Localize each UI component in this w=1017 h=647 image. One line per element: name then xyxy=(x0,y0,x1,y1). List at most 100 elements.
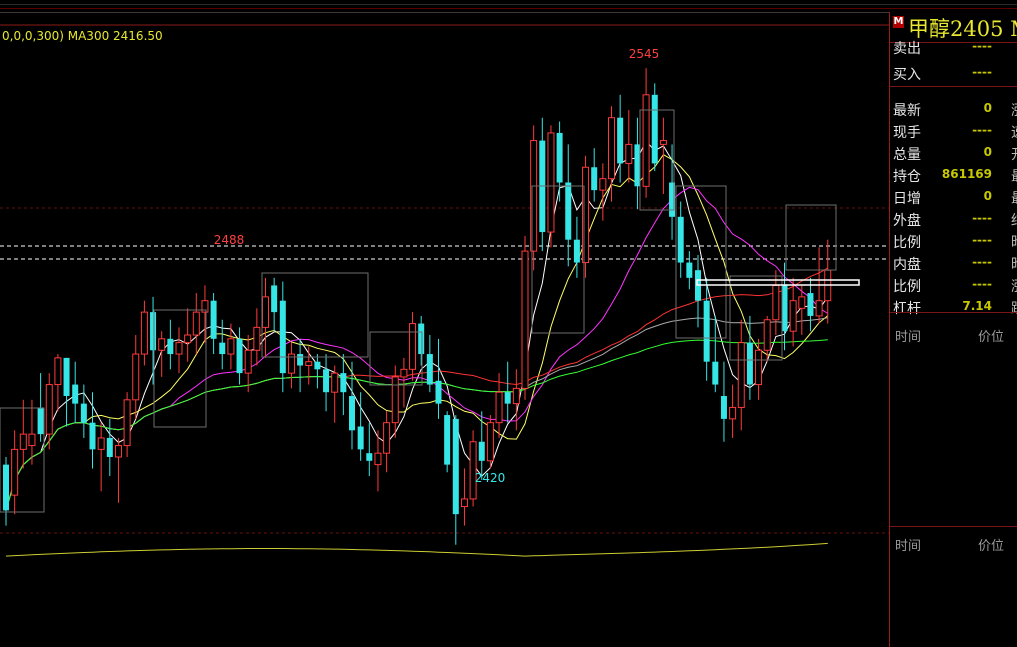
candle-body xyxy=(703,300,710,362)
candle-body xyxy=(729,406,737,420)
market-badge: M xyxy=(893,16,904,28)
candle-body xyxy=(366,453,373,461)
candle-body xyxy=(755,349,763,386)
table-separator-2 xyxy=(890,526,1017,527)
candle-body xyxy=(573,239,580,263)
candle-body xyxy=(323,369,330,393)
candle-body xyxy=(651,94,658,164)
quote-row: 日增 0 最 xyxy=(890,186,1017,208)
candle-body xyxy=(625,143,633,164)
ma-line-ma300 xyxy=(5,542,828,557)
quote-row: 比例 ---- 昨 xyxy=(890,230,1017,252)
quote-label: 杠杆 xyxy=(893,301,921,317)
candle-body xyxy=(460,498,468,508)
quote-side-label: 结 xyxy=(1011,210,1017,230)
candle-body xyxy=(262,296,269,328)
quote-label: 内盘 xyxy=(893,257,921,273)
candle-body xyxy=(227,338,235,355)
candle-body xyxy=(219,342,226,355)
candle-body xyxy=(19,433,27,450)
candle-body xyxy=(521,250,529,389)
quote-side-label: 涨 xyxy=(1011,100,1017,120)
candle-body xyxy=(512,387,520,405)
quote-value: 861169 xyxy=(941,167,992,181)
candle-body xyxy=(11,448,19,496)
candle-body xyxy=(132,353,140,401)
candle-body xyxy=(349,396,355,431)
quote-row: 现手 ---- 速 xyxy=(890,120,1017,142)
candle-body xyxy=(72,384,79,404)
candle-body xyxy=(80,403,87,423)
quote-row: 比例 ---- 涨 xyxy=(890,274,1017,296)
candle-body xyxy=(737,342,745,408)
candle-body xyxy=(383,422,391,454)
quote-row: 最新 0 涨 xyxy=(890,98,1017,120)
candle-body xyxy=(746,342,753,385)
candle-body xyxy=(305,361,313,366)
candle-body xyxy=(114,445,122,458)
quote-label: 卖出 xyxy=(893,41,921,57)
quote-value: ---- xyxy=(972,233,992,247)
candle-body xyxy=(712,361,719,385)
candle-body xyxy=(192,311,200,336)
time-header: 时间 xyxy=(895,330,922,345)
candle-body xyxy=(184,334,192,344)
candle-body xyxy=(686,262,693,278)
quote-row: 总量 0 开 xyxy=(890,142,1017,164)
quote-side-label: 昨 xyxy=(1011,232,1017,252)
price-header: 价位 xyxy=(978,330,1005,345)
quote-row: 买入 ---- xyxy=(890,62,1017,84)
candle-body xyxy=(167,338,174,355)
candle-body xyxy=(409,323,417,370)
quote-value: ---- xyxy=(972,39,992,53)
pattern-box xyxy=(785,204,837,271)
candle-body xyxy=(426,354,433,385)
tick-table-header-2: 时间 价位 xyxy=(890,533,1017,554)
quote-label: 持仓 xyxy=(893,169,921,185)
quote-label: 最新 xyxy=(893,103,921,119)
quote-side-label: 昨 xyxy=(1011,254,1017,274)
candle-body xyxy=(720,396,727,419)
candle-body xyxy=(140,311,148,355)
candle-body xyxy=(659,140,667,145)
candle-body xyxy=(547,132,555,233)
quote-value: 7.14 xyxy=(962,299,992,313)
support-zone-box xyxy=(696,279,860,286)
candle-body xyxy=(340,373,347,393)
candle-body xyxy=(617,117,624,164)
candle-body xyxy=(677,216,684,263)
candle-body xyxy=(175,342,183,355)
candle-body xyxy=(374,452,382,466)
candle-body xyxy=(123,399,131,447)
candle-body xyxy=(271,285,278,313)
quote-label: 比例 xyxy=(893,279,921,295)
quote-value: ---- xyxy=(972,211,992,225)
ma-legend-text: 0,0,0,300) MA300 2416.50 xyxy=(2,29,163,43)
tick-table-header: 时间 价位 xyxy=(890,324,1017,345)
quote-label: 日增 xyxy=(893,191,921,207)
quote-side-label: 涨 xyxy=(1011,276,1017,296)
candle-body xyxy=(391,376,399,424)
candle-body xyxy=(608,117,615,180)
candle-body xyxy=(244,349,252,374)
candle-body xyxy=(763,319,771,351)
quote-value: ---- xyxy=(972,277,992,291)
quote-value: 0 xyxy=(983,101,992,115)
candle-body xyxy=(28,433,36,447)
candle-body xyxy=(400,368,408,378)
quote-row: 杠杆 7.14 跌 xyxy=(890,296,1017,318)
candle-body xyxy=(435,380,442,404)
candle-body xyxy=(486,422,494,462)
candle-body xyxy=(807,293,814,316)
candle-body xyxy=(798,296,806,309)
candle-body xyxy=(331,372,339,393)
quote-row: 外盘 ---- 结 xyxy=(890,208,1017,230)
candle-body xyxy=(772,284,780,321)
candle-body xyxy=(158,338,166,351)
quote-row: 卖出 ---- xyxy=(890,36,1017,58)
candle-body xyxy=(452,418,459,515)
candle-body xyxy=(63,357,70,396)
candle-body xyxy=(253,326,261,351)
candle-body xyxy=(642,94,650,187)
high-price-label: 2545 xyxy=(629,47,660,61)
